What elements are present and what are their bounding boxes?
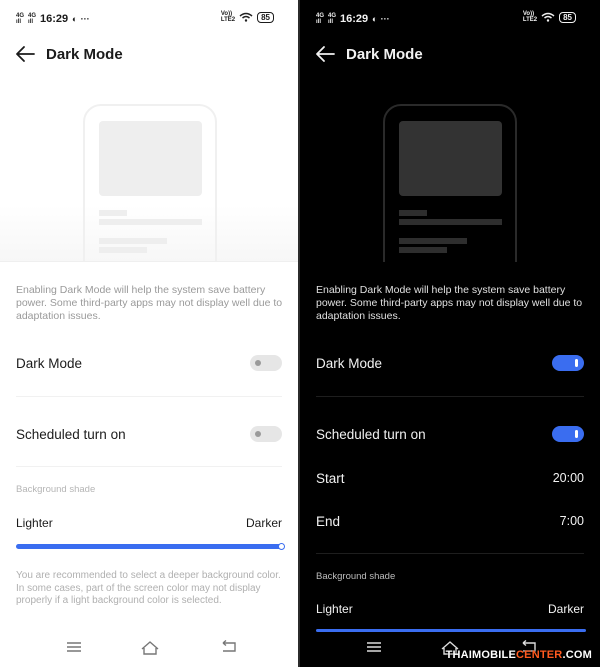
- status-time: 16:29: [340, 13, 369, 25]
- shade-recommendation-note: You are recommended to select a deeper b…: [16, 570, 281, 606]
- volte-indicator: Vo)) LTE2: [522, 11, 538, 23]
- signal-indicator-1: 4G ıll: [316, 13, 325, 25]
- return-icon[interactable]: [220, 640, 238, 654]
- shade-labels-row: Lighter Darker: [16, 513, 282, 533]
- scheduled-turn-on-label: Scheduled turn on: [16, 426, 126, 442]
- dark-mode-row[interactable]: Dark Mode: [316, 352, 584, 374]
- title-bar: Dark Mode: [314, 40, 600, 68]
- lighter-label: Lighter: [16, 516, 53, 530]
- phone-illustration: [383, 104, 517, 262]
- dark-mode-description: Enabling Dark Mode will help the system …: [316, 284, 583, 322]
- more-notifications-icon: ···: [380, 14, 390, 24]
- title-bar: Dark Mode: [14, 40, 298, 68]
- wifi-icon: [239, 12, 253, 22]
- scheduled-turn-on-row[interactable]: Scheduled turn on: [316, 423, 584, 445]
- back-arrow-icon[interactable]: [14, 43, 36, 65]
- dark-mode-label: Dark Mode: [316, 355, 383, 371]
- dark-mode-label: Dark Mode: [16, 355, 83, 371]
- background-shade-header: Background shade: [16, 484, 96, 495]
- status-bar: 4G ıll 4G ıll 16:29 ◐ ··· Vo)) LTE2 85: [316, 11, 586, 27]
- dark-mode-toggle[interactable]: [250, 355, 282, 371]
- signal-indicator-1: 4G ıll: [16, 13, 25, 25]
- wifi-icon: [541, 12, 555, 22]
- home-icon[interactable]: [140, 640, 160, 656]
- dark-mode-screen: 4G ıll 4G ıll 16:29 ◐ ··· Vo)) LTE2 85 Dark…: [300, 0, 600, 667]
- dark-mode-row[interactable]: Dark Mode: [16, 352, 282, 374]
- notification-icon: ◐: [72, 14, 78, 24]
- more-notifications-icon: ···: [80, 14, 90, 24]
- preview-illustration: [0, 74, 298, 262]
- notification-icon: ◐: [372, 14, 378, 24]
- shade-labels-row: Lighter Darker: [316, 599, 584, 619]
- scheduled-turn-on-toggle[interactable]: [250, 426, 282, 442]
- menu-icon[interactable]: [66, 640, 82, 654]
- dark-mode-toggle[interactable]: [552, 355, 584, 371]
- start-time-value: 20:00: [552, 471, 584, 485]
- scheduled-turn-on-toggle[interactable]: [552, 426, 584, 442]
- slider-knob[interactable]: [278, 543, 285, 550]
- start-label: Start: [316, 470, 345, 486]
- divider: [316, 396, 584, 397]
- end-time-value: 7:00: [559, 514, 584, 528]
- scheduled-turn-on-label: Scheduled turn on: [316, 426, 426, 442]
- background-shade-slider[interactable]: [16, 543, 285, 550]
- darker-label: Darker: [245, 516, 282, 530]
- back-arrow-icon[interactable]: [314, 43, 336, 65]
- battery-indicator: 85: [559, 11, 576, 23]
- menu-icon[interactable]: [366, 640, 382, 654]
- end-time-row[interactable]: End 7:00: [316, 510, 584, 532]
- start-time-row[interactable]: Start 20:00: [316, 467, 584, 489]
- signal-indicator-2: 4G ıll: [28, 13, 37, 25]
- lighter-label: Lighter: [316, 602, 353, 616]
- page-title: Dark Mode: [346, 45, 423, 63]
- preview-illustration: [300, 74, 600, 262]
- status-time: 16:29: [40, 13, 69, 25]
- signal-indicator-2: 4G ıll: [328, 13, 337, 25]
- status-bar: 4G ıll 4G ıll 16:29 ◐ ··· Vo)) LTE2 85: [16, 11, 284, 27]
- divider: [16, 466, 282, 467]
- background-shade-header: Background shade: [316, 571, 396, 582]
- phone-illustration: [83, 104, 217, 261]
- light-mode-screen: 4G ıll 4G ıll 16:29 ◐ ··· Vo)) LTE2 85 Dark…: [0, 0, 298, 667]
- divider: [316, 553, 584, 554]
- page-title: Dark Mode: [46, 45, 123, 63]
- end-label: End: [316, 513, 341, 529]
- divider: [16, 396, 282, 397]
- navigation-bar: [0, 632, 298, 667]
- volte-indicator: Vo)) LTE2: [220, 11, 236, 23]
- scheduled-turn-on-row[interactable]: Scheduled turn on: [16, 423, 282, 445]
- dark-mode-description: Enabling Dark Mode will help the system …: [16, 284, 283, 322]
- darker-label: Darker: [547, 602, 584, 616]
- watermark: THAIMOBILECENTER.COM: [445, 649, 592, 661]
- battery-indicator: 85: [257, 11, 274, 23]
